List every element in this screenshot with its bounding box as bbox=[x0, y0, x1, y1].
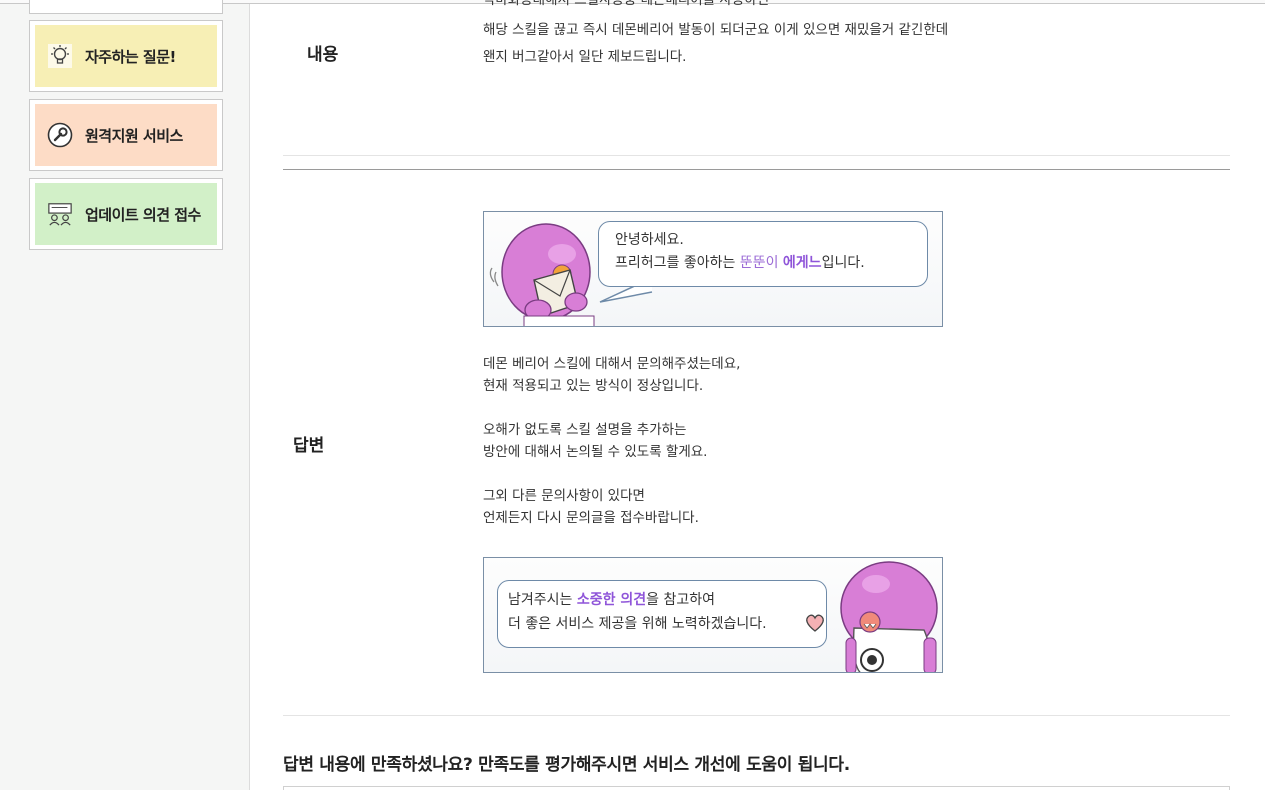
divider bbox=[283, 155, 1230, 156]
closing-prefix: 남겨주시는 bbox=[508, 592, 577, 608]
sidebar-item-label: 원격지원 서비스 bbox=[85, 126, 183, 145]
sidebar-item-remote-support[interactable]: 원격지원 서비스 bbox=[29, 99, 223, 171]
heart-icon bbox=[806, 614, 824, 632]
closing-line-2: 더 좋은 서비스 제공을 위해 노력하겠습니다. bbox=[508, 616, 767, 632]
content-label: 내용 bbox=[307, 45, 339, 65]
closing-highlight: 소중한 의견 bbox=[576, 592, 647, 608]
greeting-line: 안녕하세요. bbox=[615, 232, 684, 248]
closing-bubble: 남겨주시는 소중한 의견을 참고하여 더 좋은 서비스 제공을 위해 노력하겠습… bbox=[497, 580, 827, 648]
content-text-line: 왠지 버그같아서 일단 제보드립니다. bbox=[483, 49, 687, 65]
sidebar-item-faq[interactable]: 자주하는 질문! bbox=[29, 20, 223, 92]
satisfaction-question: 답변 내용에 만족하셨나요? 만족도를 평가해주시면 서비스 개선에 도움이 됩… bbox=[283, 755, 850, 775]
closing-banner: 남겨주시는 소중한 의견을 참고하여 더 좋은 서비스 제공을 위해 노력하겠습… bbox=[483, 557, 943, 673]
sidebar-item-label: 자주하는 질문! bbox=[85, 47, 176, 66]
sidebar-item-previous[interactable] bbox=[29, 0, 223, 14]
answer-paragraph: 데몬 베리어 스킬에 대해서 문의해주셨는데요, 현재 적용되고 있는 방식이 … bbox=[483, 356, 741, 394]
sidebar-item-update-feedback[interactable]: 업데이트 의견 접수 bbox=[29, 178, 223, 250]
satisfaction-rating-box[interactable] bbox=[283, 786, 1230, 790]
sidebar-item-label: 업데이트 의견 접수 bbox=[85, 205, 201, 224]
intro-prefix: 프리허그를 좋아하는 bbox=[615, 255, 740, 271]
divider bbox=[283, 169, 1230, 170]
content-text-line: 해당 스킬을 끊고 즉시 데몬베리어 발동이 되더군요 이게 있으면 재밌을거 … bbox=[483, 22, 949, 38]
update-board-icon bbox=[47, 201, 73, 227]
sidebar: 자주하는 질문! 원격지원 서비스 업데이트 의견 접수 bbox=[0, 0, 250, 790]
lightbulb-icon bbox=[47, 43, 73, 69]
content-text-cut: 악마화등대해서 스킬사용중 데몬베리어를 사용하면 bbox=[483, 0, 770, 8]
mascot-with-letter-image bbox=[489, 223, 595, 326]
greeting-bubble: 안녕하세요. 프리허그를 좋아하는 뚠뚠이 에게느입니다. bbox=[598, 221, 928, 287]
intro-name-1: 뚠뚠이 bbox=[739, 255, 779, 271]
mascot-peeking-image bbox=[840, 561, 938, 672]
answer-paragraph: 오해가 없도록 스킬 설명을 추가하는 방안에 대해서 논의될 수 있도록 할게… bbox=[483, 422, 708, 460]
wrench-icon bbox=[47, 122, 73, 148]
answer-paragraph: 그외 다른 문의사항이 있다면 언제든지 다시 문의글을 접수바랍니다. bbox=[483, 488, 699, 526]
answer-label: 답변 bbox=[293, 436, 325, 456]
greeting-banner: 안녕하세요. 프리허그를 좋아하는 뚠뚠이 에게느입니다. bbox=[483, 211, 943, 327]
closing-suffix: 을 참고하여 bbox=[646, 592, 715, 608]
intro-suffix: 입니다. bbox=[821, 255, 865, 271]
inquiry-detail: 내용 악마화등대해서 스킬사용중 데몬베리어를 사용하면 해당 스킬을 끊고 즉… bbox=[283, 0, 1230, 790]
divider bbox=[283, 715, 1230, 716]
intro-name-2: 에게느 bbox=[782, 255, 822, 271]
